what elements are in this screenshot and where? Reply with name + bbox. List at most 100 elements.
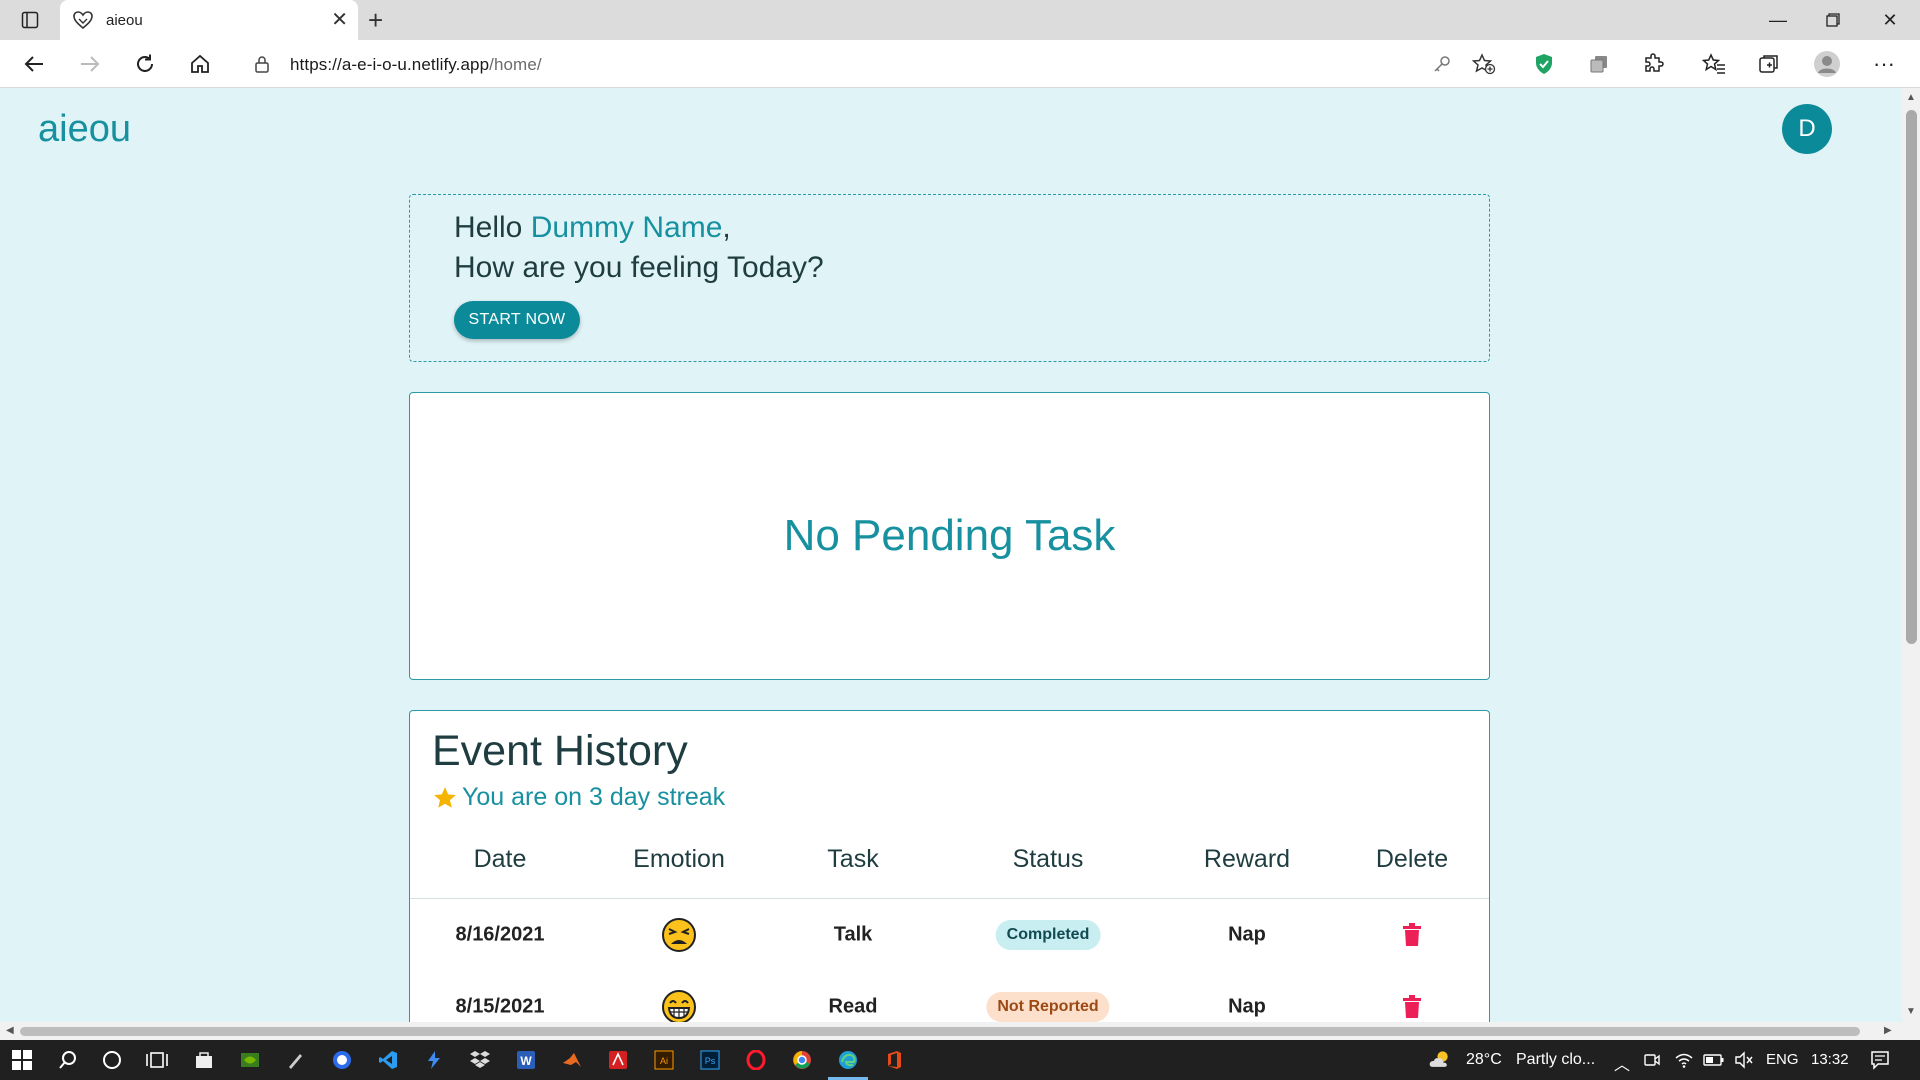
windows-taskbar: W Ai Ps 28°C Partly clo... ︿ ENG 13:32 xyxy=(0,1040,1920,1080)
row-reward: Nap xyxy=(1228,995,1266,1018)
nvidia-icon[interactable] xyxy=(238,1048,262,1072)
weather-description[interactable]: Partly clo... xyxy=(1516,1051,1595,1069)
feeling-question: How are you feeling Today? xyxy=(454,251,824,284)
forward-icon[interactable] xyxy=(76,50,104,78)
weather-partly-cloudy-icon[interactable] xyxy=(1428,1048,1452,1072)
add-favorite-icon[interactable] xyxy=(1472,53,1496,75)
row-task: Read xyxy=(828,995,878,1018)
wifi-icon[interactable] xyxy=(1672,1048,1696,1072)
app-logo-text[interactable]: aieou xyxy=(38,108,131,151)
column-header-date: Date xyxy=(473,845,527,873)
user-name: Dummy Name xyxy=(530,211,723,244)
horizontal-scroll-thumb[interactable] xyxy=(20,1027,1860,1036)
illustrator-icon[interactable]: Ai xyxy=(652,1048,676,1072)
greeting-comma: , xyxy=(722,211,731,244)
browser-tab[interactable]: aieou ✕ xyxy=(60,0,358,40)
svg-text:W: W xyxy=(520,1054,532,1068)
streak-info: You are on 3 day streak xyxy=(432,783,725,812)
collections-icon[interactable] xyxy=(1755,50,1783,78)
close-tab-icon[interactable]: ✕ xyxy=(331,8,348,32)
star-icon xyxy=(434,786,456,808)
dropbox-icon[interactable] xyxy=(468,1048,492,1072)
pen-app-icon[interactable] xyxy=(284,1048,308,1072)
settings-more-icon[interactable]: ··· xyxy=(1870,50,1898,78)
streak-text: You are on 3 day streak xyxy=(462,783,726,811)
home-icon[interactable] xyxy=(186,50,214,78)
vertical-scroll-thumb[interactable] xyxy=(1906,110,1917,644)
notifications-icon[interactable] xyxy=(1868,1048,1892,1072)
windows-start-icon[interactable] xyxy=(10,1048,34,1072)
restore-icon[interactable] xyxy=(1813,6,1853,35)
new-tab-icon[interactable]: + xyxy=(368,6,383,34)
battery-icon[interactable] xyxy=(1702,1048,1726,1072)
tab-actions-icon[interactable] xyxy=(18,8,42,32)
browser-tab-bar: aieou ✕ + — ✕ xyxy=(0,0,1920,40)
clock-time[interactable]: 13:32 xyxy=(1811,1051,1849,1068)
profile-icon[interactable] xyxy=(1813,50,1841,78)
chrome-icon[interactable] xyxy=(790,1048,814,1072)
minimize-icon[interactable]: — xyxy=(1758,6,1798,34)
scroll-down-arrow-icon[interactable]: ▼ xyxy=(1906,1006,1916,1017)
scroll-up-arrow-icon[interactable]: ▲ xyxy=(1906,92,1916,103)
tired-face-emoji-icon xyxy=(662,918,696,952)
event-history-card: Event History You are on 3 day streak Da… xyxy=(409,710,1490,1040)
row-task: Talk xyxy=(833,923,873,946)
column-header-emotion: Emotion xyxy=(633,845,725,873)
show-hidden-icons-chevron-icon[interactable]: ︿ xyxy=(1614,1051,1630,1075)
signal-app-icon[interactable] xyxy=(330,1048,354,1072)
photoshop-icon[interactable]: Ps xyxy=(698,1048,722,1072)
row-reward: Nap xyxy=(1228,923,1266,946)
opera-icon[interactable] xyxy=(744,1048,768,1072)
extensions-icon[interactable] xyxy=(1640,50,1668,78)
key-icon[interactable] xyxy=(1432,54,1452,74)
edge-icon[interactable] xyxy=(836,1048,860,1072)
column-header-status: Status xyxy=(1012,845,1084,873)
pending-task-card: No Pending Task xyxy=(409,392,1490,680)
close-window-icon[interactable]: ✕ xyxy=(1870,6,1910,34)
status-badge: Completed xyxy=(995,920,1101,950)
browser-toolbar: https://a-e-i-o-u.netlify.app/home/ ··· xyxy=(0,40,1920,88)
scroll-left-arrow-icon[interactable]: ◀ xyxy=(6,1025,14,1036)
acrobat-icon[interactable] xyxy=(606,1048,630,1072)
svg-text:Ps: Ps xyxy=(705,1056,716,1066)
task-view-icon[interactable] xyxy=(145,1048,169,1072)
row-date: 8/15/2021 xyxy=(455,995,545,1018)
delete-icon[interactable] xyxy=(1402,923,1422,947)
volume-muted-icon[interactable] xyxy=(1732,1048,1756,1072)
office-icon[interactable] xyxy=(882,1048,906,1072)
column-header-delete: Delete xyxy=(1375,845,1449,873)
collections-extension-icon[interactable] xyxy=(1585,50,1613,78)
delete-icon[interactable] xyxy=(1402,995,1422,1019)
row-date: 8/16/2021 xyxy=(455,923,545,946)
meet-now-icon[interactable] xyxy=(1640,1048,1664,1072)
weather-temperature[interactable]: 28°C xyxy=(1466,1051,1502,1069)
favorites-icon[interactable] xyxy=(1700,50,1728,78)
lock-icon[interactable] xyxy=(254,55,270,73)
matlab-icon[interactable] xyxy=(560,1048,584,1072)
cortana-icon[interactable] xyxy=(100,1048,124,1072)
column-header-reward: Reward xyxy=(1203,845,1291,873)
back-icon[interactable] xyxy=(20,50,48,78)
store-icon[interactable] xyxy=(192,1048,216,1072)
header-divider xyxy=(410,898,1489,899)
input-language[interactable]: ENG xyxy=(1766,1051,1799,1068)
search-icon[interactable] xyxy=(56,1048,80,1072)
shield-extension-icon[interactable] xyxy=(1530,50,1558,78)
address-bar[interactable]: https://a-e-i-o-u.netlify.app/home/ xyxy=(236,45,1506,83)
refresh-icon[interactable] xyxy=(131,50,159,78)
url-text[interactable]: https://a-e-i-o-u.netlify.app/home/ xyxy=(290,55,542,75)
power-automate-icon[interactable] xyxy=(422,1048,446,1072)
grinning-face-emoji-icon xyxy=(662,990,696,1024)
tab-title: aieou xyxy=(106,12,143,29)
svg-text:Ai: Ai xyxy=(660,1056,668,1066)
greeting-line: Hello Dummy Name, xyxy=(454,211,731,245)
greeting-card: Hello Dummy Name, How are you feeling To… xyxy=(409,194,1490,362)
word-icon[interactable]: W xyxy=(514,1048,538,1072)
vscode-icon[interactable] xyxy=(376,1048,400,1072)
user-avatar[interactable]: D xyxy=(1782,104,1832,154)
scroll-right-arrow-icon[interactable]: ▶ xyxy=(1884,1025,1892,1036)
pending-task-message: No Pending Task xyxy=(783,511,1116,560)
column-header-task: Task xyxy=(827,845,879,873)
start-now-button[interactable]: START NOW xyxy=(454,301,580,339)
site-favicon-icon xyxy=(73,11,93,30)
